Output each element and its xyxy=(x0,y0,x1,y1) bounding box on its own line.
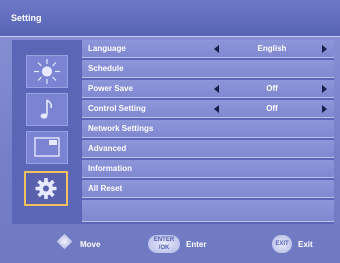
move-diamond-icon xyxy=(56,233,73,250)
enter-ok-label: ENTER /OK xyxy=(153,237,175,251)
menu-item-control-setting[interactable]: Control Setting Off xyxy=(82,100,334,118)
menu-item-schedule[interactable]: Schedule xyxy=(82,60,334,78)
left-arrow-icon[interactable] xyxy=(214,85,219,93)
menu-item-network-settings[interactable]: Network Settings xyxy=(82,120,334,138)
category-screen-tab[interactable] xyxy=(26,131,68,164)
move-label: Move xyxy=(80,240,101,249)
enter-ok-button[interactable]: ENTER /OK xyxy=(148,235,180,253)
settings-menu: Language English Schedule Power Save Off… xyxy=(82,40,334,224)
right-arrow-icon[interactable] xyxy=(322,105,327,113)
language-label: Language xyxy=(88,44,126,53)
menu-item-language[interactable]: Language English xyxy=(82,40,334,58)
exit-button[interactable]: EXIT xyxy=(272,235,292,253)
advanced-label: Advanced xyxy=(88,144,127,153)
menu-item-advanced[interactable]: Advanced xyxy=(82,140,334,158)
left-arrow-icon[interactable] xyxy=(214,105,219,113)
enter-hint: ENTER /OK Enter xyxy=(148,231,228,253)
enter-label: Enter xyxy=(186,240,207,249)
control-setting-label: Control Setting xyxy=(88,104,146,113)
all-reset-label: All Reset xyxy=(88,184,123,193)
schedule-label: Schedule xyxy=(88,64,124,73)
menu-item-information[interactable]: Information xyxy=(82,160,334,178)
information-label: Information xyxy=(88,164,132,173)
power-save-value: Off xyxy=(266,84,278,93)
exit-hint: EXIT Exit xyxy=(272,231,332,253)
category-sound-tab[interactable] xyxy=(26,93,68,126)
move-hint: Move xyxy=(56,231,126,253)
power-save-label: Power Save xyxy=(88,84,133,93)
exit-label: Exit xyxy=(298,240,313,249)
language-value: English xyxy=(257,44,287,53)
menu-item-empty xyxy=(82,200,334,222)
category-picture-tab[interactable] xyxy=(26,55,68,88)
osd-window: Setting Language English Schedule Power … xyxy=(0,0,340,263)
category-setting-tab[interactable] xyxy=(24,171,68,206)
menu-item-all-reset[interactable]: All Reset xyxy=(82,180,334,198)
header-bar: Setting xyxy=(0,0,340,36)
right-arrow-icon[interactable] xyxy=(322,45,327,53)
menu-item-power-save[interactable]: Power Save Off xyxy=(82,80,334,98)
right-arrow-icon[interactable] xyxy=(322,85,327,93)
left-arrow-icon[interactable] xyxy=(214,45,219,53)
header-divider xyxy=(0,36,340,37)
category-icons xyxy=(12,40,82,224)
page-title: Setting xyxy=(11,13,42,23)
control-setting-value: Off xyxy=(266,104,278,113)
footer-help-bar: Move ENTER /OK Enter EXIT Exit xyxy=(0,226,340,263)
network-settings-label: Network Settings xyxy=(88,124,154,133)
